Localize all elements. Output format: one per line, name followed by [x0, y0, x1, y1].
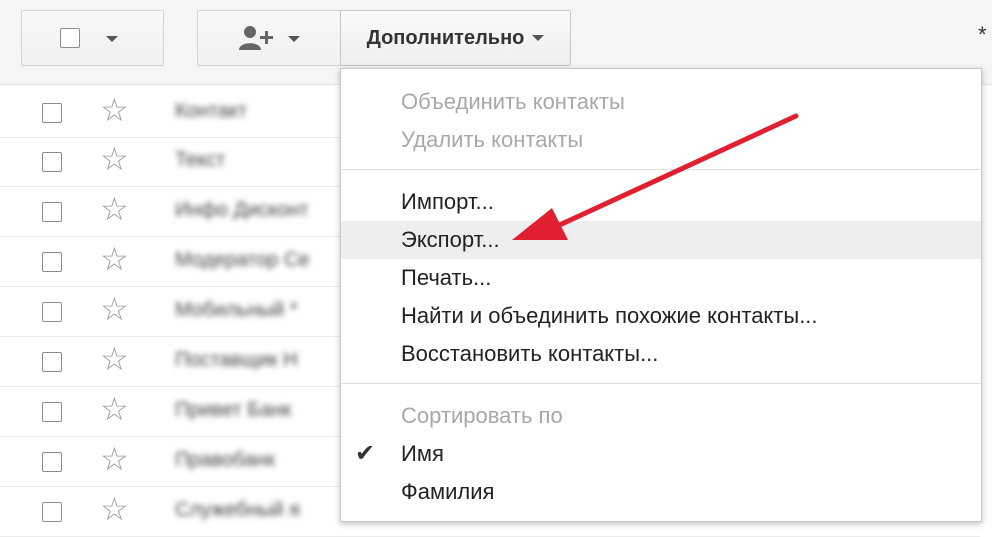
star-icon[interactable]: ☆: [100, 94, 129, 126]
chevron-down-icon: [288, 36, 300, 42]
more-actions-button[interactable]: Дополнительно: [340, 10, 571, 66]
add-contact-button[interactable]: [197, 10, 341, 66]
select-menu-button[interactable]: [21, 10, 164, 66]
edge-glyph: *: [978, 22, 987, 47]
chevron-down-icon: [106, 36, 118, 42]
more-actions-menu: Объединить контакты Удалить контакты Имп…: [340, 68, 982, 522]
star-icon[interactable]: ☆: [100, 343, 129, 375]
row-checkbox[interactable]: [42, 252, 62, 272]
row-checkbox[interactable]: [42, 152, 62, 172]
menu-item-label: Имя: [401, 441, 444, 466]
menu-item-merge-contacts: Объединить контакты: [401, 89, 625, 114]
star-icon[interactable]: ☆: [100, 443, 129, 475]
menu-item-import[interactable]: Импорт...: [341, 183, 981, 221]
contact-name[interactable]: Служебный я: [175, 499, 300, 522]
contact-name[interactable]: Текст: [175, 149, 225, 172]
menu-item-find-duplicates[interactable]: Найти и объединить похожие контакты...: [341, 297, 981, 335]
menu-item-restore-contacts[interactable]: Восстановить контакты...: [341, 335, 981, 373]
contact-name[interactable]: Привет Банк: [175, 399, 291, 422]
contact-name[interactable]: Модератор Се: [175, 249, 309, 272]
star-icon[interactable]: ☆: [100, 143, 129, 175]
menu-item-sort-last-name[interactable]: Фамилия: [341, 473, 981, 511]
menu-divider: [341, 383, 981, 384]
more-actions-label: Дополнительно: [366, 26, 525, 49]
star-icon[interactable]: ☆: [100, 493, 129, 525]
contact-name[interactable]: Правобанк: [175, 449, 275, 472]
contact-name[interactable]: Поставщик Н: [175, 349, 298, 372]
contact-name[interactable]: Инфо Дисконт: [175, 199, 309, 222]
menu-sort-heading: Сортировать по: [401, 403, 563, 428]
menu-item-sort-first-name[interactable]: ✔ Имя: [341, 435, 981, 473]
chevron-down-icon: [532, 35, 545, 41]
menu-item-export[interactable]: Экспорт...: [341, 221, 981, 259]
contact-name[interactable]: Мобильный *: [175, 299, 298, 322]
row-checkbox[interactable]: [42, 103, 62, 123]
row-checkbox[interactable]: [42, 402, 62, 422]
row-checkbox[interactable]: [42, 452, 62, 472]
star-icon[interactable]: ☆: [100, 193, 129, 225]
menu-item-delete-contacts: Удалить контакты: [401, 127, 584, 152]
row-checkbox[interactable]: [42, 302, 62, 322]
menu-divider: [341, 169, 981, 170]
star-icon[interactable]: ☆: [100, 393, 129, 425]
star-icon[interactable]: ☆: [100, 293, 129, 325]
menu-item-print[interactable]: Печать...: [341, 259, 981, 297]
checkmark-icon: ✔: [355, 440, 376, 467]
row-checkbox[interactable]: [42, 352, 62, 372]
row-checkbox[interactable]: [42, 502, 62, 522]
add-person-icon: [239, 26, 273, 50]
row-checkbox[interactable]: [42, 202, 62, 222]
checkbox-icon: [60, 28, 80, 48]
contact-name[interactable]: Контакт: [175, 100, 247, 123]
star-icon[interactable]: ☆: [100, 243, 129, 275]
